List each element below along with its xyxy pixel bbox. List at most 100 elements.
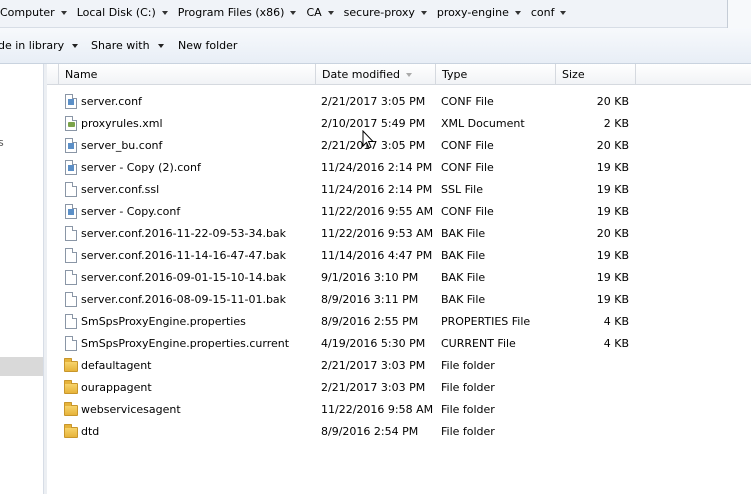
file-row[interactable]: server.conf.ssl 11/24/2016 2:14 PM SSL Fil… — [47, 179, 751, 201]
chevron-down-icon — [72, 43, 79, 48]
breadcrumb-program-files[interactable]: Program Files (x86) — [176, 6, 305, 19]
file-name: SmSpsProxyEngine.properties — [81, 315, 246, 328]
file-name: server.conf.2016-08-09-15-11-01.bak — [81, 293, 287, 306]
file-list[interactable]: Name Date modified Type Size server.conf… — [47, 64, 751, 494]
include-in-library-label: de in library — [0, 39, 65, 52]
command-bar: de in library Share with New folder — [0, 28, 751, 64]
file-date-modified: 2/21/2017 3:05 PM — [321, 139, 426, 152]
file-date-modified: 2/21/2017 3:03 PM — [321, 359, 426, 372]
new-folder-button[interactable]: New folder — [178, 39, 237, 52]
folder-icon — [64, 424, 78, 440]
file-row[interactable]: server.conf.2016-11-22-09-53-34.bak 11/22… — [47, 223, 751, 245]
file-row[interactable]: server - Copy.conf 11/22/2016 9:55 AM CONF… — [47, 201, 751, 223]
file-type: BAK File — [441, 227, 486, 240]
file-size: 20 KB — [596, 139, 629, 152]
file-name: server - Copy.conf — [81, 205, 181, 218]
breadcrumb-label: Local Disk (C:) — [76, 6, 156, 19]
file-row[interactable]: SmSpsProxyEngine.properties.current 4/19/… — [47, 333, 751, 355]
file-date-modified: 2/21/2017 3:05 PM — [321, 95, 426, 108]
file-row[interactable]: server.conf.2016-11-14-16-47-47.bak 11/14… — [47, 245, 751, 267]
file-date-modified: 2/21/2017 3:03 PM — [321, 381, 426, 394]
file-type: File folder — [441, 381, 495, 394]
breadcrumb-label: secure-proxy — [343, 6, 415, 19]
nav-item-selected[interactable] — [0, 357, 43, 376]
conf-file-icon — [64, 204, 78, 220]
file-name: server.conf — [81, 95, 142, 108]
column-header-name[interactable]: Name — [59, 64, 316, 85]
chevron-down-icon[interactable] — [560, 10, 567, 15]
share-with-button[interactable]: Share with — [91, 39, 164, 52]
file-type: BAK File — [441, 293, 486, 306]
blank-file-icon — [64, 336, 78, 352]
file-name: defaultagent — [81, 359, 152, 372]
breadcrumb-computer[interactable]: Computer — [0, 6, 75, 19]
chevron-down-icon[interactable] — [514, 10, 521, 15]
file-name: server.conf.2016-09-01-15-10-14.bak — [81, 271, 287, 284]
breadcrumb-local-disk[interactable]: Local Disk (C:) — [75, 6, 176, 19]
file-type: File folder — [441, 403, 495, 416]
chevron-down-icon[interactable] — [60, 10, 67, 15]
file-row[interactable]: server.conf.2016-08-09-15-11-01.bak 8/9/2… — [47, 289, 751, 311]
breadcrumb-proxy-engine[interactable]: proxy-engine — [435, 6, 529, 19]
include-in-library-button[interactable]: de in library — [0, 39, 79, 52]
file-date-modified: 11/24/2016 2:14 PM — [321, 161, 433, 174]
file-size: 19 KB — [596, 205, 629, 218]
file-size: 20 KB — [596, 95, 629, 108]
navigation-pane[interactable]: s — [0, 64, 44, 494]
file-date-modified: 11/22/2016 9:58 AM — [321, 403, 434, 416]
file-date-modified: 11/22/2016 9:53 AM — [321, 227, 434, 240]
file-name: server.conf.2016-11-14-16-47-47.bak — [81, 249, 287, 262]
address-bar[interactable]: Computer Local Disk (C:) Program Files (… — [0, 0, 751, 28]
file-row[interactable]: server.conf.2016-09-01-15-10-14.bak 9/1/2… — [47, 267, 751, 289]
blank-file-icon — [64, 314, 78, 330]
file-row[interactable]: proxyrules.xml 2/10/2017 5:49 PM XML Docum… — [47, 113, 751, 135]
share-with-label: Share with — [91, 39, 150, 52]
column-header-type[interactable]: Type — [436, 64, 556, 85]
breadcrumb-label: conf — [530, 6, 555, 19]
file-type: BAK File — [441, 271, 486, 284]
conf-file-icon — [64, 160, 78, 176]
file-row[interactable]: defaultagent 2/21/2017 3:03 PM File folder — [47, 355, 751, 377]
new-folder-label: New folder — [178, 39, 238, 52]
chevron-down-icon[interactable] — [290, 10, 297, 15]
file-name: dtd — [81, 425, 100, 438]
file-name: server - Copy (2).conf — [81, 161, 201, 174]
file-type: CONF File — [441, 161, 494, 174]
file-row[interactable]: ourappagent 2/21/2017 3:03 PM File folder — [47, 377, 751, 399]
blank-file-icon — [64, 182, 78, 198]
file-name: server_bu.conf — [81, 139, 163, 152]
file-type: CONF File — [441, 95, 494, 108]
file-type: File folder — [441, 359, 495, 372]
breadcrumb-label: Computer — [0, 6, 55, 19]
address-dropdown[interactable] — [727, 0, 751, 28]
file-row[interactable]: server.conf 2/21/2017 3:05 PM CONF File 20 … — [47, 91, 751, 113]
chevron-down-icon[interactable] — [420, 10, 427, 15]
file-type: CONF File — [441, 205, 494, 218]
column-header-label: Date modified — [322, 68, 400, 81]
breadcrumb-label: Program Files (x86) — [177, 6, 285, 19]
file-type: PROPERTIES File — [441, 315, 531, 328]
blank-file-icon — [64, 226, 78, 242]
folder-icon — [64, 402, 78, 418]
nav-item-fragment[interactable]: s — [0, 136, 4, 149]
breadcrumb-ca[interactable]: CA — [304, 6, 341, 19]
file-rows: server.conf 2/21/2017 3:05 PM CONF File 20 … — [47, 91, 751, 443]
file-type: CURRENT File — [441, 337, 516, 350]
file-row[interactable]: webservicesagent 11/22/2016 9:58 AM File f… — [47, 399, 751, 421]
column-header-date-modified[interactable]: Date modified — [316, 64, 436, 85]
chevron-down-icon[interactable] — [327, 10, 334, 15]
chevron-down-icon[interactable] — [161, 10, 168, 15]
file-row[interactable]: dtd 8/9/2016 2:54 PM File folder — [47, 421, 751, 443]
column-header-size[interactable]: Size — [556, 64, 636, 85]
breadcrumb-secure-proxy[interactable]: secure-proxy — [342, 6, 435, 19]
file-row[interactable]: server_bu.conf 2/21/2017 3:05 PM CONF File… — [47, 135, 751, 157]
file-row[interactable]: server - Copy (2).conf 11/24/2016 2:14 PM… — [47, 157, 751, 179]
file-name: SmSpsProxyEngine.properties.current — [81, 337, 290, 350]
breadcrumb: Computer Local Disk (C:) Program Files (… — [0, 6, 574, 19]
file-size: 2 KB — [603, 117, 629, 130]
file-name: ourappagent — [81, 381, 152, 394]
conf-file-icon — [64, 94, 78, 110]
breadcrumb-conf[interactable]: conf — [529, 6, 575, 19]
file-type: File folder — [441, 425, 495, 438]
file-row[interactable]: SmSpsProxyEngine.properties 8/9/2016 2:55… — [47, 311, 751, 333]
